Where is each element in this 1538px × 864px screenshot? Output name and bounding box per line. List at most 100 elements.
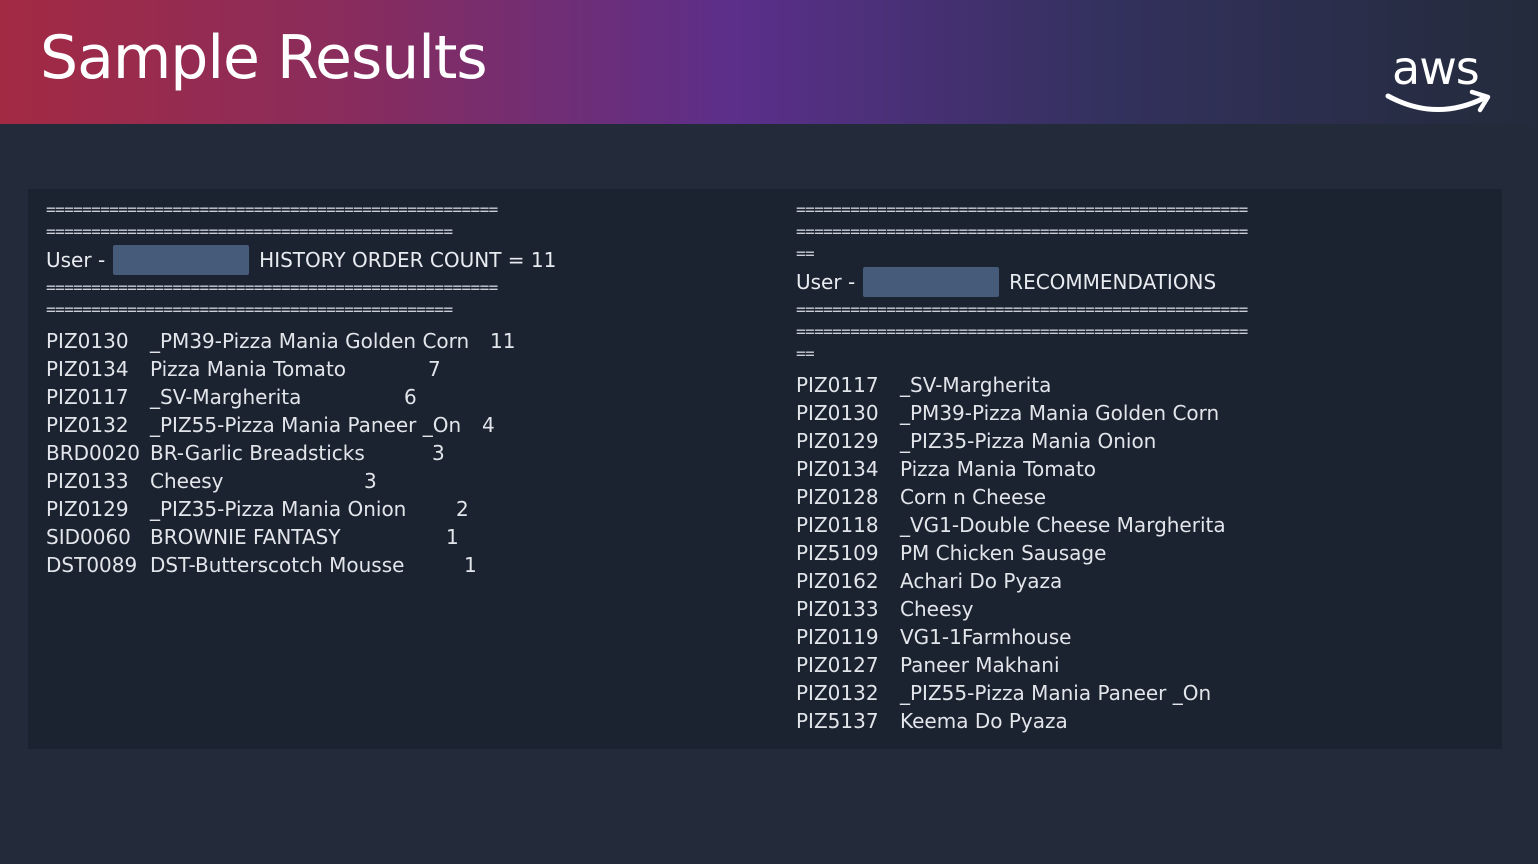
slide-header: Sample Results aws	[0, 0, 1538, 124]
redacted-user-id	[863, 267, 1000, 297]
list-item: PIZ0117 _SV-Margherita	[796, 371, 1486, 399]
item-code: PIZ0130	[46, 329, 129, 353]
item-code: PIZ0129	[46, 497, 129, 521]
item-count: 1	[446, 525, 459, 549]
item-count: 7	[428, 357, 441, 381]
item-name: DST-Butterscotch Mousse	[150, 553, 405, 577]
history-heading: HISTORY ORDER COUNT = 11	[259, 248, 557, 272]
list-item: BRD0020 BR-Garlic Breadsticks 3	[46, 439, 756, 467]
item-name: VG1-1Farmhouse	[900, 625, 1072, 649]
item-code: PIZ0134	[46, 357, 129, 381]
separator-line: ========================================…	[46, 300, 453, 319]
item-name: Cheesy	[150, 469, 224, 493]
list-item: PIZ5137 Keema Do Pyaza	[796, 707, 1486, 735]
list-item: PIZ0130 _PM39-Pizza Mania Golden Corn	[796, 399, 1486, 427]
history-pane: ========================================…	[46, 199, 756, 579]
list-item: PIZ5109 PM Chicken Sausage	[796, 539, 1486, 567]
item-count: 6	[404, 385, 417, 409]
list-item: PIZ0134 Pizza Mania Tomato	[796, 455, 1486, 483]
list-item: PIZ0118 _VG1-Double Cheese Margherita	[796, 511, 1486, 539]
item-name: Keema Do Pyaza	[900, 709, 1068, 733]
item-name: _SV-Margherita	[900, 373, 1052, 397]
separator-line: ========================================…	[46, 278, 498, 297]
item-code: BRD0020	[46, 441, 140, 465]
item-code: PIZ0119	[796, 625, 879, 649]
list-item: PIZ0117 _SV-Margherita 6	[46, 383, 756, 411]
recommendations-pane: ========================================…	[796, 199, 1486, 735]
item-code: PIZ0132	[46, 413, 129, 437]
list-item: PIZ0133 Cheesy	[796, 595, 1486, 623]
list-item: DST0089 DST-Butterscotch Mousse 1	[46, 551, 756, 579]
separator-line: ========================================…	[46, 222, 453, 241]
item-code: PIZ5137	[796, 709, 879, 733]
list-item: PIZ0119 VG1-1Farmhouse	[796, 623, 1486, 651]
item-code: PIZ0134	[796, 457, 879, 481]
item-code: PIZ0117	[796, 373, 879, 397]
item-name: PM Chicken Sausage	[900, 541, 1107, 565]
user-label: User -	[796, 270, 856, 294]
list-item: PIZ0127 Paneer Makhani	[796, 651, 1486, 679]
history-list: PIZ0130 _PM39-Pizza Mania Golden Corn 11 …	[46, 327, 756, 579]
list-item: PIZ0129 _PIZ35-Pizza Mania Onion 2	[46, 495, 756, 523]
list-item: PIZ0134 Pizza Mania Tomato 7	[46, 355, 756, 383]
aws-logo: aws	[1384, 40, 1494, 120]
item-name: _SV-Margherita	[150, 385, 302, 409]
separator-line: ==	[796, 344, 815, 363]
item-count: 11	[490, 329, 516, 353]
list-item: PIZ0133 Cheesy 3	[46, 467, 756, 495]
list-item: SID0060 BROWNIE FANTASY 1	[46, 523, 756, 551]
item-code: PIZ5109	[796, 541, 879, 565]
item-code: PIZ0132	[796, 681, 879, 705]
separator-line: ==	[796, 244, 815, 263]
item-name: Paneer Makhani	[900, 653, 1060, 677]
recommendations-heading: RECOMMENDATIONS	[1009, 270, 1217, 294]
item-name: _VG1-Double Cheese Margherita	[900, 513, 1226, 537]
item-name: _PM39-Pizza Mania Golden Corn	[150, 329, 470, 353]
item-count: 3	[364, 469, 377, 493]
terminal-output: ========================================…	[28, 189, 1502, 749]
redacted-user-id	[113, 245, 250, 275]
item-code: PIZ0127	[796, 653, 879, 677]
item-name: _PIZ55-Pizza Mania Paneer _On	[900, 681, 1212, 705]
separator-line: ========================================…	[796, 200, 1248, 219]
item-name: _PIZ55-Pizza Mania Paneer _On	[150, 413, 462, 437]
item-code: PIZ0118	[796, 513, 879, 537]
slide-title: Sample Results	[40, 23, 488, 93]
item-code: DST0089	[46, 553, 138, 577]
item-name: Pizza Mania Tomato	[900, 457, 1097, 481]
item-name: _PM39-Pizza Mania Golden Corn	[900, 401, 1220, 425]
history-user-line: User - HISTORY ORDER COUNT = 11	[46, 243, 756, 277]
list-item: PIZ0130 _PM39-Pizza Mania Golden Corn 11	[46, 327, 756, 355]
item-count: 4	[482, 413, 495, 437]
list-item: PIZ0129 _PIZ35-Pizza Mania Onion	[796, 427, 1486, 455]
item-name: BROWNIE FANTASY	[150, 525, 341, 549]
item-name: Corn n Cheese	[900, 485, 1047, 509]
item-code: PIZ0129	[796, 429, 879, 453]
separator-line: ========================================…	[796, 322, 1248, 341]
item-code: SID0060	[46, 525, 131, 549]
item-name: Achari Do Pyaza	[900, 569, 1063, 593]
item-name: Cheesy	[900, 597, 974, 621]
separator-line: ========================================…	[46, 200, 498, 219]
item-count: 1	[464, 553, 477, 577]
item-code: PIZ0128	[796, 485, 879, 509]
item-code: PIZ0162	[796, 569, 879, 593]
item-code: PIZ0117	[46, 385, 129, 409]
item-count: 3	[432, 441, 445, 465]
item-name: _PIZ35-Pizza Mania Onion	[900, 429, 1157, 453]
item-name: Pizza Mania Tomato	[150, 357, 347, 381]
separator-line: ========================================…	[796, 222, 1248, 241]
item-count: 2	[456, 497, 469, 521]
item-code: PIZ0133	[46, 469, 129, 493]
item-name: _PIZ35-Pizza Mania Onion	[150, 497, 407, 521]
list-item: PIZ0132 _PIZ55-Pizza Mania Paneer _On 4	[46, 411, 756, 439]
list-item: PIZ0128 Corn n Cheese	[796, 483, 1486, 511]
separator-line: ========================================…	[796, 300, 1248, 319]
aws-smile-icon	[1385, 89, 1491, 113]
item-name: BR-Garlic Breadsticks	[150, 441, 365, 465]
recommendations-list: PIZ0117 _SV-Margherita PIZ0130 _PM39-Pizza…	[796, 371, 1486, 735]
user-label: User -	[46, 248, 106, 272]
recommendations-user-line: User - RECOMMENDATIONS	[796, 265, 1486, 299]
item-code: PIZ0130	[796, 401, 879, 425]
item-code: PIZ0133	[796, 597, 879, 621]
